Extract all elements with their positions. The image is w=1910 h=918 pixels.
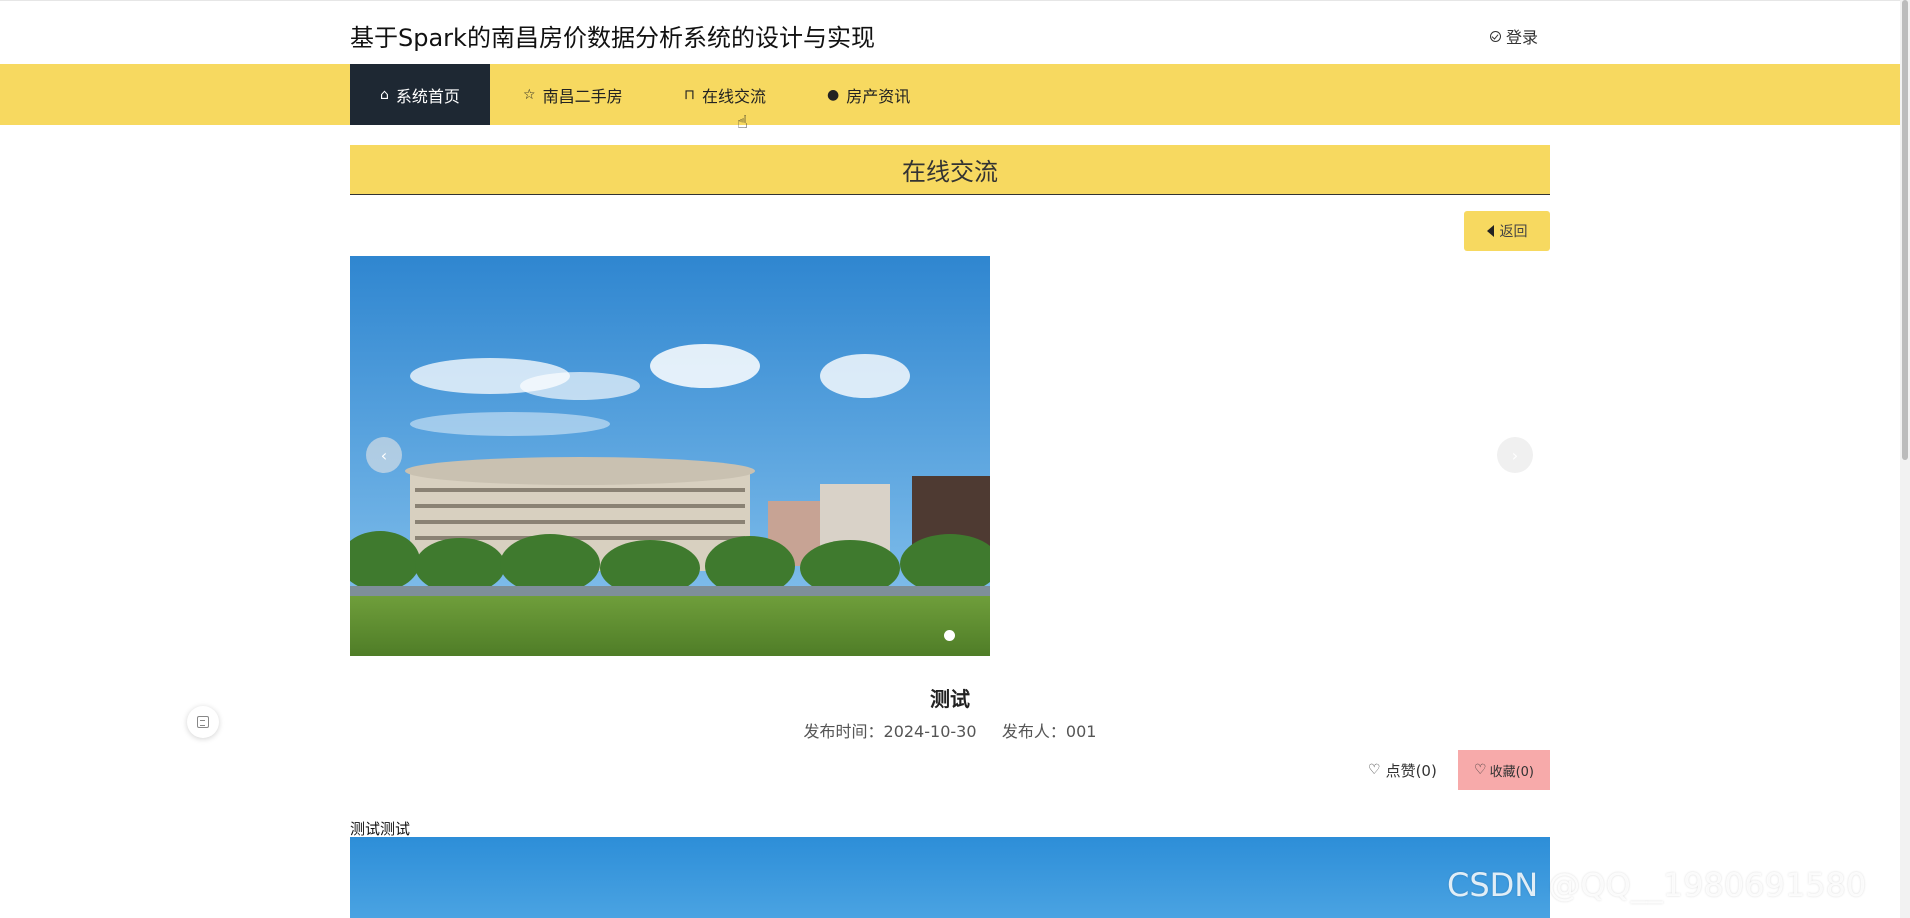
chevron-right-icon: › [1511,445,1519,465]
check-circle-icon [1490,30,1501,42]
page-scrollbar[interactable] [1900,0,1910,918]
campus-building-photo [350,256,990,656]
watermark: CSDN @QQ__1980691580 [1447,866,1867,904]
side-feedback-button[interactable] [187,706,219,738]
nav-item-forum[interactable]: ⊓ 在线交流 [684,64,766,125]
carousel-dot[interactable] [944,630,955,641]
top-header: 基于Spark的南昌房价数据分析系统的设计与实现 登录 [0,0,1900,65]
post-meta: 发布时间：2024-10-30 发布人：001 [803,722,1097,741]
nav-item-home[interactable]: ⌂ 系统首页 [350,64,490,125]
image-carousel[interactable] [350,256,990,656]
info-icon: ● [827,86,840,103]
nav-item-label: 系统首页 [395,86,460,106]
like-button[interactable]: ♡ 点赞(0) [1368,750,1437,790]
main-nav: ⌂ 系统首页 ☆ 南昌二手房 ⊓ 在线交流 ● 房产资讯 [0,64,1900,125]
post-title: 测试 [930,687,970,711]
site-title: 基于Spark的南昌房价数据分析系统的设计与实现 [350,24,875,52]
scrollbar-thumb[interactable] [1902,0,1908,460]
login-link[interactable]: 登录 [1490,24,1538,48]
caret-left-icon [1486,225,1494,237]
login-label: 登录 [1506,28,1539,47]
post-content-image [350,837,1550,918]
like-label: 点赞(0) [1385,761,1437,780]
favorite-button[interactable]: ♡ 收藏(0) [1458,750,1550,790]
nav-item-label: 房产资讯 [846,86,911,106]
carousel-prev-button[interactable]: ‹ [366,437,402,473]
lock-icon: ⊓ [684,86,695,103]
pointer-cursor-icon: ☝ [737,112,748,133]
home-icon: ⌂ [380,86,389,103]
chevron-left-icon: ‹ [380,445,388,465]
favorite-label: 收藏(0) [1489,764,1534,780]
nav-item-second-hand[interactable]: ☆ 南昌二手房 [523,64,623,125]
nav-item-label: 南昌二手房 [542,86,623,106]
nav-item-label: 在线交流 [701,86,766,106]
back-label: 返回 [1499,224,1528,240]
section-title-banner: 在线交流 [350,145,1550,195]
back-button[interactable]: 返回 [1464,211,1550,251]
carousel-next-button[interactable]: › [1497,437,1533,473]
heart-outline-icon: ♡ [1368,762,1381,778]
edit-note-icon [197,716,209,728]
nav-item-news[interactable]: ● 房产资讯 [827,64,910,125]
post-body: 测试测试 [350,820,411,838]
star-icon: ☆ [523,86,536,103]
heart-outline-icon: ♡ [1474,762,1487,778]
